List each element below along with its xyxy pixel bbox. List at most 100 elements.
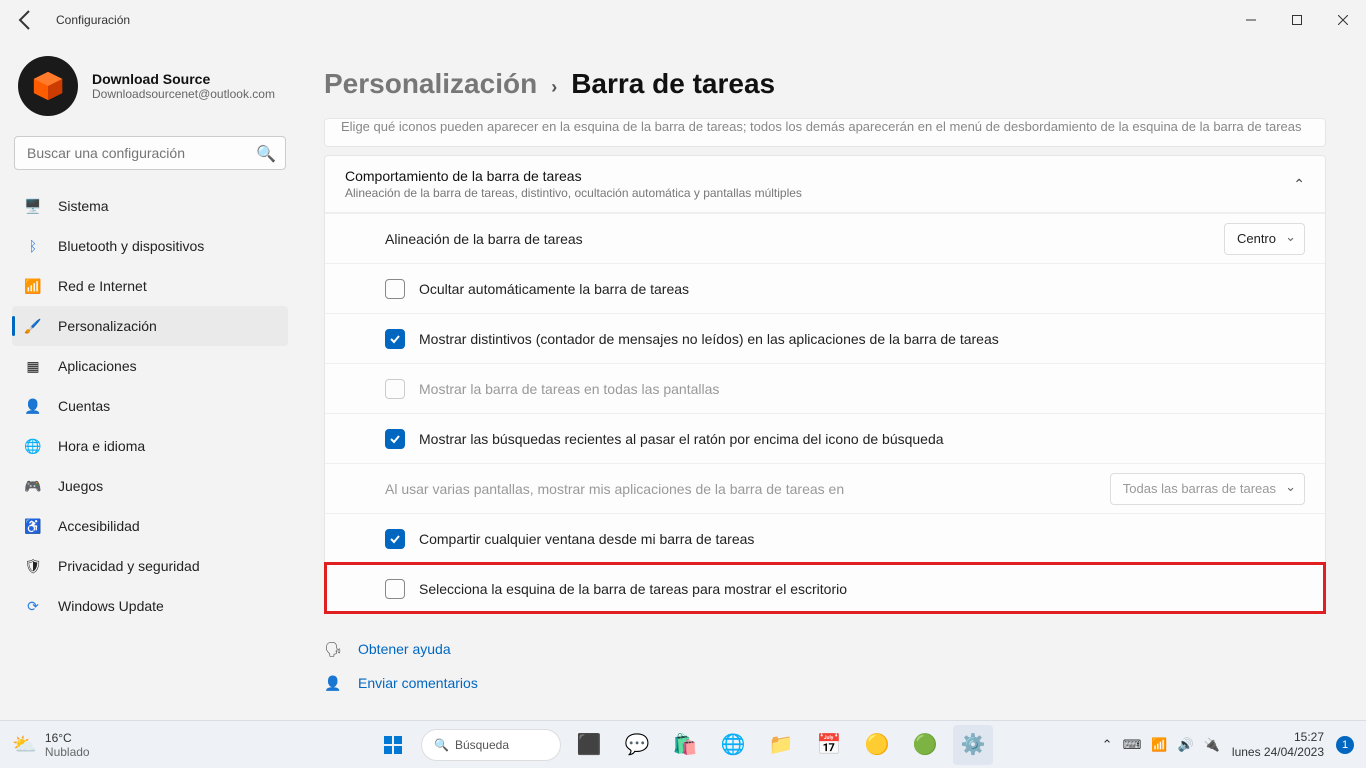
notification-badge[interactable]: 1 — [1336, 736, 1354, 754]
maximize-button[interactable] — [1274, 4, 1320, 36]
row-autohide[interactable]: Ocultar automáticamente la barra de tare… — [325, 263, 1325, 313]
row-recent-search[interactable]: Mostrar las búsquedas recientes al pasar… — [325, 413, 1325, 463]
tray-icons[interactable]: ⌃ ⌨ 📶 🔊 🔌 — [1102, 737, 1220, 753]
alignment-select[interactable]: Centro — [1224, 223, 1305, 255]
nav-aplicaciones[interactable]: ▦ Aplicaciones — [12, 346, 288, 386]
nav-hora[interactable]: 🌐Hora e idioma — [12, 426, 288, 466]
nav-label: Accesibilidad — [58, 518, 140, 534]
behaviors-card: Comportamiento de la barra de tareas Ali… — [324, 155, 1326, 614]
row-badges[interactable]: Mostrar distintivos (contador de mensaje… — [325, 313, 1325, 363]
weather-desc: Nublado — [45, 745, 90, 759]
time: 15:27 — [1232, 730, 1324, 744]
store-button[interactable]: 🛍️ — [665, 725, 705, 765]
sidebar: Download Source Downloadsourcenet@outloo… — [0, 40, 300, 720]
system-tray: ⌃ ⌨ 📶 🔊 🔌 15:27 lunes 24/04/2023 1 — [1102, 730, 1354, 759]
start-button[interactable] — [373, 725, 413, 765]
feedback-link[interactable]: 👤 Enviar comentarios — [324, 666, 1326, 700]
back-button[interactable] — [14, 8, 38, 32]
brush-icon: 🖌️ — [24, 317, 42, 335]
breadcrumb-parent[interactable]: Personalización — [324, 68, 537, 100]
nav-red[interactable]: 📶 Red e Internet — [12, 266, 288, 306]
nav-label: Aplicaciones — [58, 358, 137, 374]
apps-icon: ▦ — [24, 357, 42, 375]
behaviors-header[interactable]: Comportamiento de la barra de tareas Ali… — [325, 156, 1325, 213]
wifi-icon[interactable]: 📶 — [1151, 737, 1167, 753]
chevron-up-icon[interactable]: ⌃ — [1102, 737, 1113, 753]
accessibility-icon: ♿ — [24, 517, 42, 535]
main-content: Personalización › Barra de tareas Elige … — [300, 40, 1366, 720]
row-desktop-corner[interactable]: Selecciona la esquina de la barra de tar… — [325, 563, 1325, 613]
help-link[interactable]: 🗣 Obtener ayuda — [324, 632, 1326, 666]
checkbox-desktop-corner[interactable] — [385, 579, 405, 599]
nav-label: Bluetooth y dispositivos — [58, 238, 204, 254]
minimize-button[interactable] — [1228, 4, 1274, 36]
nav-sistema[interactable]: 🖥️Sistema — [12, 186, 288, 226]
help-icon: 🗣 — [324, 640, 342, 658]
battery-icon[interactable]: 🔌 — [1204, 737, 1220, 753]
search-icon: 🔍 — [256, 144, 276, 164]
taskview-button[interactable]: ⬛ — [569, 725, 609, 765]
link-text[interactable]: Enviar comentarios — [358, 675, 478, 691]
account-email: Downloadsourcenet@outlook.com — [92, 87, 275, 101]
nav-update[interactable]: ⟳Windows Update — [12, 586, 288, 626]
spotify-button[interactable]: 🟢 — [905, 725, 945, 765]
account-block[interactable]: Download Source Downloadsourcenet@outloo… — [12, 48, 288, 130]
wifi-icon: 📶 — [24, 277, 42, 295]
taskbar-center: 🔍Búsqueda ⬛ 💬 🛍️ 🌐 📁 📅 🟡 🟢 ⚙️ — [373, 725, 993, 765]
row-all-displays: Mostrar la barra de tareas en todas las … — [325, 363, 1325, 413]
clock[interactable]: 15:27 lunes 24/04/2023 — [1232, 730, 1324, 759]
row-label: Compartir cualquier ventana desde mi bar… — [419, 531, 754, 547]
corner-overflow-card[interactable]: Elige qué iconos pueden aparecer en la e… — [324, 118, 1326, 147]
footer-links: 🗣 Obtener ayuda 👤 Enviar comentarios — [324, 632, 1326, 700]
nav-cuentas[interactable]: 👤Cuentas — [12, 386, 288, 426]
row-label: Mostrar la barra de tareas en todas las … — [419, 381, 719, 397]
nav-label: Personalización — [58, 318, 157, 334]
row-label: Alineación de la barra de tareas — [385, 231, 583, 247]
explorer-button[interactable]: 📁 — [761, 725, 801, 765]
weather-temp: 16°C — [45, 731, 90, 745]
nav-personalizacion[interactable]: 🖌️ Personalización — [12, 306, 288, 346]
nav-privacidad[interactable]: 🛡Privacidad y seguridad — [12, 546, 288, 586]
calendar-button[interactable]: 📅 — [809, 725, 849, 765]
row-label: Ocultar automáticamente la barra de tare… — [419, 281, 689, 297]
page-title: Barra de tareas — [571, 68, 775, 100]
checkbox-recent-search[interactable] — [385, 429, 405, 449]
nav-accesibilidad[interactable]: ♿ Accesibilidad — [12, 506, 288, 546]
settings-button[interactable]: ⚙️ — [953, 725, 993, 765]
select-value: Centro — [1237, 231, 1276, 246]
card-subtitle: Alineación de la barra de tareas, distin… — [345, 186, 802, 200]
nav-bluetooth[interactable]: ᛒ Bluetooth y dispositivos — [12, 226, 288, 266]
feedback-icon: 👤 — [324, 674, 342, 692]
weather-widget[interactable]: ⛅ 16°C Nublado — [12, 731, 90, 759]
row-multi-display: Al usar varias pantallas, mostrar mis ap… — [325, 463, 1325, 513]
volume-icon[interactable]: 🔊 — [1178, 737, 1194, 753]
bluetooth-icon: ᛒ — [24, 237, 42, 255]
search-input[interactable] — [14, 136, 286, 170]
link-text[interactable]: Obtener ayuda — [358, 641, 451, 657]
checkbox-autohide[interactable] — [385, 279, 405, 299]
chat-button[interactable]: 💬 — [617, 725, 657, 765]
search-label: Búsqueda — [455, 738, 509, 752]
card-title: Comportamiento de la barra de tareas — [345, 168, 802, 184]
nav: 🖥️Sistema ᛒ Bluetooth y dispositivos 📶 Red… — [12, 186, 288, 626]
nav-label: Privacidad y seguridad — [58, 558, 200, 574]
gamepad-icon: 🎮 — [24, 477, 42, 495]
titlebar: Configuración — [0, 0, 1366, 40]
nav-label: Windows Update — [58, 598, 164, 614]
account-name: Download Source — [92, 71, 275, 87]
chrome-button[interactable]: 🟡 — [857, 725, 897, 765]
checkbox-badges[interactable] — [385, 329, 405, 349]
nav-label: Cuentas — [58, 398, 110, 414]
taskbar-search[interactable]: 🔍Búsqueda — [421, 729, 561, 761]
checkbox-share-window[interactable] — [385, 529, 405, 549]
edge-button[interactable]: 🌐 — [713, 725, 753, 765]
nav-juegos[interactable]: 🎮Juegos — [12, 466, 288, 506]
window-title: Configuración — [56, 13, 130, 27]
close-button[interactable] — [1320, 4, 1366, 36]
row-label: Mostrar distintivos (contador de mensaje… — [419, 331, 999, 347]
row-alignment: Alineación de la barra de tareas Centro — [325, 213, 1325, 263]
nav-label: Red e Internet — [58, 278, 147, 294]
nav-label: Hora e idioma — [58, 438, 145, 454]
row-share-window[interactable]: Compartir cualquier ventana desde mi bar… — [325, 513, 1325, 563]
keyboard-icon[interactable]: ⌨ — [1123, 737, 1142, 753]
